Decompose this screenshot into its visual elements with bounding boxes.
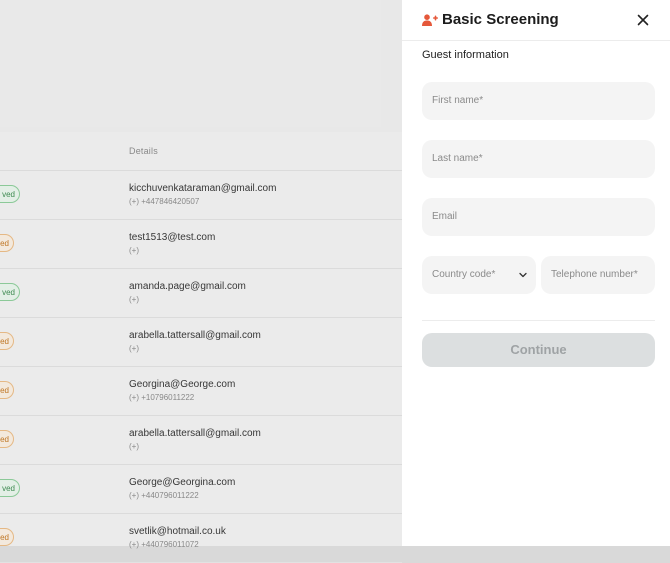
country-code-placeholder: Country code* bbox=[432, 269, 496, 280]
country-code-select[interactable]: Country code* bbox=[422, 256, 536, 294]
section-guest-information: Guest information bbox=[422, 49, 509, 61]
email-field[interactable]: Email bbox=[422, 198, 655, 236]
drawer-title: Basic Screening bbox=[442, 11, 559, 28]
last-name-field[interactable]: Last name* bbox=[422, 140, 655, 178]
telephone-number-field[interactable]: Telephone number* bbox=[541, 256, 655, 294]
user-plus-icon bbox=[422, 14, 438, 26]
continue-button[interactable]: Continue bbox=[422, 333, 655, 367]
dim-overlay[interactable] bbox=[0, 0, 402, 546]
drawer-header: Basic Screening bbox=[402, 0, 670, 41]
basic-screening-drawer: Basic Screening Guest information First … bbox=[402, 0, 670, 546]
chevron-down-icon bbox=[519, 272, 527, 278]
first-name-field[interactable]: First name* bbox=[422, 82, 655, 120]
divider bbox=[422, 320, 655, 321]
close-icon[interactable] bbox=[635, 12, 651, 28]
